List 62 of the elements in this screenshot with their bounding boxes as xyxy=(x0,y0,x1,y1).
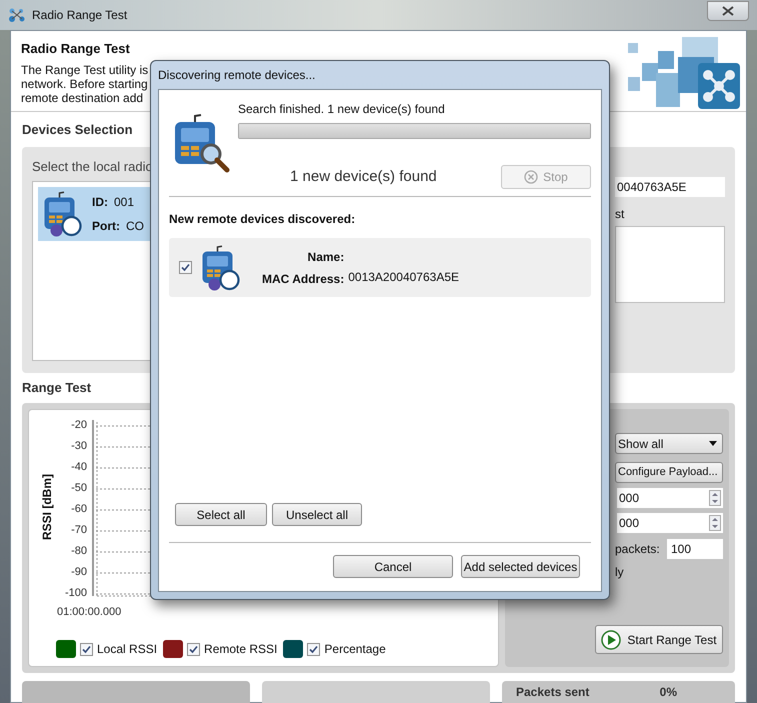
tick-label: -80 xyxy=(71,544,88,559)
tick-label: -30 xyxy=(71,439,88,454)
add-selected-devices-button[interactable]: Add selected devices xyxy=(461,555,580,578)
app-icon xyxy=(8,7,26,23)
number-spinner[interactable]: 000 xyxy=(617,488,723,508)
list-title: New remote devices discovered: xyxy=(169,211,356,228)
stop-icon xyxy=(524,170,538,184)
stat-label: Packets sent xyxy=(516,684,590,701)
logo-icon xyxy=(626,35,742,111)
stat-value: 0% xyxy=(660,684,677,701)
checkbox[interactable] xyxy=(187,642,200,656)
number-spinner[interactable]: 000 xyxy=(617,513,723,533)
checkbox[interactable] xyxy=(307,642,320,656)
tick-label: -100 xyxy=(65,586,88,601)
window-title: Radio Range Test xyxy=(32,7,128,24)
start-range-test-button[interactable]: Start Range Test xyxy=(595,625,723,654)
address-field[interactable]: 0040763A5E xyxy=(615,176,725,196)
legend-label: Percentage xyxy=(324,641,386,658)
unselect-all-button[interactable]: Unselect all xyxy=(272,503,362,526)
packets-field[interactable]: 100 xyxy=(667,539,723,559)
description-text: The Range Test utility is xyxy=(21,62,148,76)
name-label: Name: xyxy=(308,248,344,266)
option-label: ly xyxy=(615,564,625,581)
device-row[interactable]: Name: MAC Address: 0013A20040763A5E xyxy=(169,238,591,297)
section-title: Devices Selection xyxy=(22,121,134,139)
tick-label: -60 xyxy=(71,502,88,517)
id-value: 001 xyxy=(114,194,134,211)
port-label: Port: xyxy=(92,218,120,235)
filter-dropdown[interactable]: Show all xyxy=(615,433,723,454)
configure-payload-button[interactable]: Configure Payload... xyxy=(615,462,723,483)
section-title: Range Test xyxy=(22,378,92,397)
mac-value: 0013A20040763A5E xyxy=(348,268,460,286)
found-count-text: 1 new device(s) found xyxy=(290,166,437,187)
port-value: CO xyxy=(126,218,144,235)
list-label: st xyxy=(615,206,626,222)
packets-label: packets: xyxy=(615,541,660,558)
dialog-title: Discovering remote devices... xyxy=(158,67,316,84)
mac-label: MAC Address: xyxy=(262,270,344,288)
id-label: ID: xyxy=(92,194,108,211)
axis-label: RSSI [dBm] xyxy=(39,474,55,540)
close-icon xyxy=(722,6,734,16)
legend-label: Local RSSI xyxy=(97,641,158,658)
header-title: Radio Range Test xyxy=(21,40,131,58)
spinner-arrows-icon xyxy=(709,515,721,531)
spinner-arrows-icon xyxy=(709,490,721,506)
tick-label: -70 xyxy=(71,523,88,538)
status-text: Search finished. 1 new device(s) found xyxy=(238,101,446,118)
play-icon xyxy=(601,630,622,650)
close-button[interactable] xyxy=(707,1,749,21)
tick-label: -20 xyxy=(71,418,88,433)
cancel-button[interactable]: Cancel xyxy=(333,555,453,578)
tick-label: -50 xyxy=(71,481,88,496)
tick-label: -90 xyxy=(71,565,88,580)
tick-label: 01:00:00.000 xyxy=(57,605,122,620)
checkbox[interactable] xyxy=(179,261,192,274)
description-text: network. Before starting xyxy=(21,76,148,90)
select-all-button[interactable]: Select all xyxy=(175,503,267,526)
description-text: remote destination add xyxy=(21,90,144,104)
checkbox[interactable] xyxy=(80,642,93,656)
dropdown-arrow-icon xyxy=(709,441,717,446)
tick-label: -40 xyxy=(71,460,88,475)
legend-label: Remote RSSI xyxy=(204,641,278,658)
